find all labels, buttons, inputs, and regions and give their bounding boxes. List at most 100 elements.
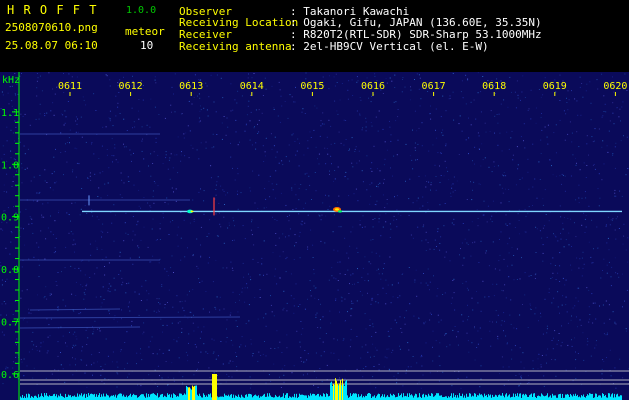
noise-speck <box>451 297 453 299</box>
noise-speck <box>401 91 403 93</box>
noise-speck <box>554 235 556 237</box>
activity-sample <box>99 393 100 400</box>
noise-speck <box>559 175 561 177</box>
activity-sample <box>431 393 432 400</box>
noise-speck <box>168 349 170 351</box>
noise-speck <box>364 256 366 258</box>
noise-speck <box>120 350 122 352</box>
noise-speck <box>63 124 65 126</box>
noise-speck <box>265 355 267 357</box>
noise-speck <box>131 107 133 109</box>
noise-speck <box>196 149 198 151</box>
noise-speck <box>216 134 218 135</box>
noise-speck <box>342 340 344 341</box>
noise-speck <box>396 154 398 156</box>
activity-sample <box>401 393 402 400</box>
noise-speck <box>450 303 452 304</box>
noise-speck <box>17 120 19 122</box>
noise-speck <box>157 154 159 156</box>
noise-speck <box>283 374 285 376</box>
detection-count: 10 <box>140 39 154 52</box>
noise-speck <box>245 345 246 347</box>
activity-sample <box>492 394 493 400</box>
noise-speck <box>605 300 607 302</box>
noise-speck <box>54 247 56 249</box>
noise-speck <box>382 128 384 130</box>
noise-speck <box>36 80 38 82</box>
noise-speck <box>536 228 538 230</box>
noise-speck <box>496 321 497 323</box>
noise-speck <box>497 314 499 316</box>
noise-speck <box>187 354 189 356</box>
noise-speck <box>492 321 493 323</box>
activity-sample <box>475 393 476 400</box>
noise-speck <box>506 342 508 344</box>
noise-speck <box>505 223 507 225</box>
noise-speck <box>396 322 398 324</box>
noise-speck <box>200 142 202 144</box>
noise-speck <box>6 314 7 316</box>
noise-speck <box>51 373 53 375</box>
noise-speck <box>511 91 512 93</box>
noise-speck <box>358 160 360 162</box>
activity-sample <box>524 395 525 400</box>
activity-sample <box>541 393 542 400</box>
noise-speck <box>114 315 116 317</box>
noise-speck <box>198 361 199 363</box>
noise-speck <box>612 102 614 104</box>
noise-speck <box>213 146 215 148</box>
noise-speck <box>505 188 506 190</box>
noise-speck <box>76 162 78 164</box>
noise-speck <box>534 278 536 279</box>
noise-speck <box>76 76 78 78</box>
noise-speck <box>601 73 603 75</box>
noise-speck <box>0 228 2 230</box>
noise-speck <box>215 189 217 190</box>
noise-speck <box>319 319 321 321</box>
noise-speck <box>548 220 550 222</box>
header-panel: H R O F F T 1.0.0 2508070610.png meteor … <box>0 0 629 72</box>
noise-speck <box>28 351 30 353</box>
noise-speck <box>178 357 180 359</box>
noise-speck <box>470 255 472 257</box>
noise-speck <box>92 374 93 376</box>
noise-speck <box>273 145 275 147</box>
noise-speck <box>450 184 452 186</box>
noise-speck <box>344 378 346 380</box>
noise-speck <box>209 219 211 221</box>
noise-speck <box>371 336 373 337</box>
noise-speck <box>467 244 469 245</box>
activity-sample <box>616 394 617 400</box>
noise-speck <box>302 374 304 376</box>
noise-speck <box>49 335 51 337</box>
noise-speck <box>496 114 498 115</box>
noise-speck <box>596 226 598 228</box>
noise-speck <box>509 76 511 78</box>
noise-speck <box>442 95 444 97</box>
noise-speck <box>385 213 387 215</box>
noise-speck <box>38 118 40 120</box>
noise-speck <box>205 291 207 292</box>
noise-speck <box>512 154 514 156</box>
activity-sample <box>529 395 530 400</box>
noise-speck <box>257 360 259 362</box>
noise-speck <box>351 137 353 139</box>
noise-speck <box>189 130 191 132</box>
noise-speck <box>476 209 478 211</box>
noise-speck <box>255 142 257 144</box>
noise-speck <box>422 226 424 228</box>
activity-sample <box>155 394 156 400</box>
noise-speck <box>433 275 434 277</box>
noise-speck <box>7 92 9 94</box>
activity-sample <box>430 396 431 400</box>
noise-speck <box>300 333 302 335</box>
noise-speck <box>255 148 257 150</box>
activity-sample <box>106 393 107 400</box>
noise-speck <box>511 349 513 351</box>
noise-speck <box>10 157 12 159</box>
noise-speck <box>108 117 110 119</box>
noise-speck <box>437 288 439 289</box>
noise-speck <box>453 176 455 178</box>
noise-speck <box>294 141 296 142</box>
noise-speck <box>484 122 486 124</box>
